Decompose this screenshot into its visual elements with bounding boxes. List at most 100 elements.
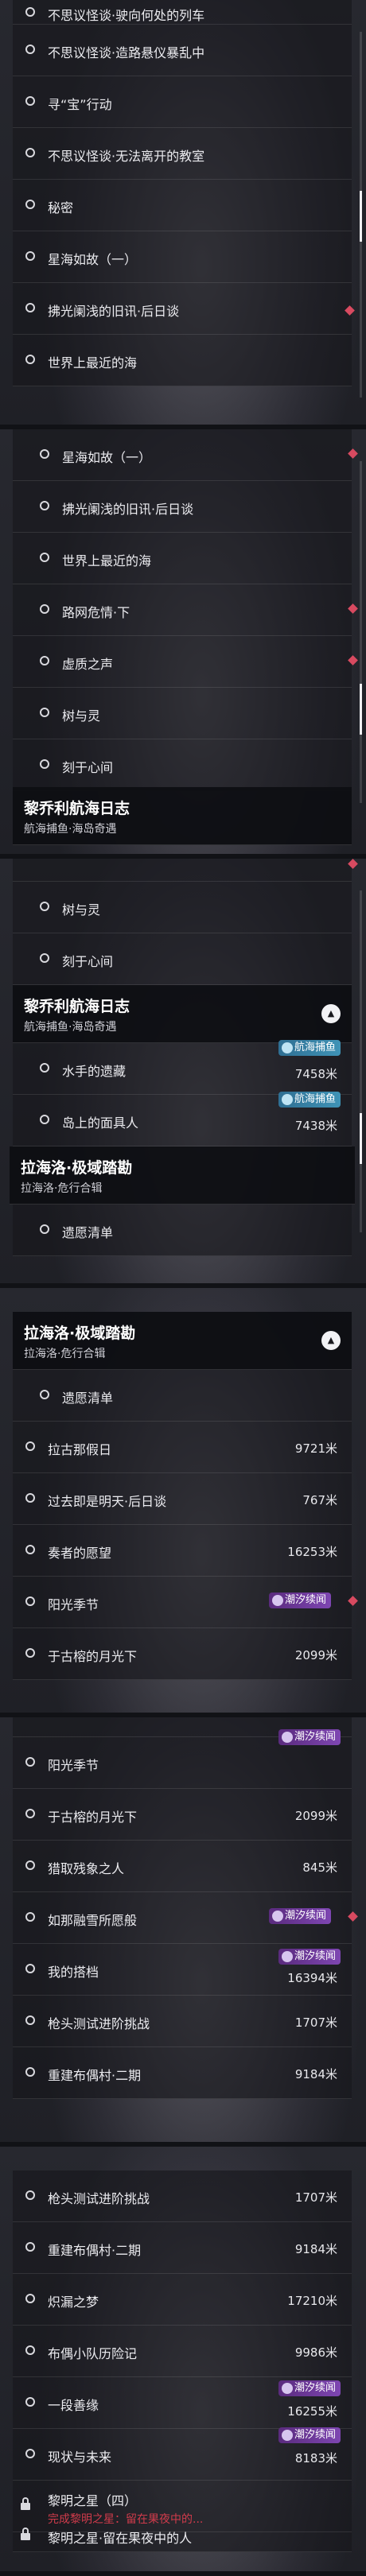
quest-distance: 17210米	[287, 2294, 337, 2308]
quest-item[interactable]: 潮汐续闻 一段善缘 16255米	[13, 2377, 352, 2429]
quest-item[interactable]: 遗愿清单	[13, 1205, 352, 1256]
new-marker-icon	[348, 859, 358, 869]
circle-icon	[25, 1912, 35, 1922]
quest-item[interactable]: 阳光季节 潮汐续闻	[13, 1577, 358, 1628]
quest-label: 虚质之声	[62, 657, 114, 672]
quest-item[interactable]: 于古榕的月光下 2099米	[13, 1628, 352, 1680]
quest-item[interactable]: 如那融雪所愿般 潮汐续闻	[13, 1892, 358, 1944]
category-badge: 潮汐续闻	[268, 1593, 331, 1608]
chapter-header[interactable]: 黎乔利航海日志 航海捕鱼·海岛奇遇 ▲	[13, 985, 352, 1043]
quest-label: 阳光季节	[48, 1597, 99, 1612]
scrollbar[interactable]	[360, 32, 362, 398]
quest-item[interactable]: 于古榕的月光下 2099米	[13, 1789, 352, 1841]
collapse-caret-icon[interactable]: ▲	[321, 1004, 341, 1023]
quest-item[interactable]: 黎明之星·留在果夜中的人	[13, 2528, 352, 2552]
circle-icon	[25, 7, 35, 17]
quest-item[interactable]: 刻于心间	[13, 933, 352, 985]
screen-1: 不思议怪谈·驶向何处的列车 不思议怪谈·造路悬仪暴乱中 寻“宝”行动 不思议怪谈…	[0, 0, 366, 429]
scroll-thumb[interactable]	[360, 191, 362, 242]
quest-item[interactable]: 过去即是明天·后日谈 767米	[13, 1473, 352, 1525]
quest-item[interactable]: 拉古那假日 9721米	[13, 1422, 352, 1473]
quest-distance: 16394米	[287, 1971, 337, 1985]
new-marker-icon	[348, 1596, 358, 1606]
quest-item[interactable]: 世界上最近的海	[13, 335, 352, 386]
quest-item[interactable]: 潮汐续闻 我的搭档 16394米	[13, 1944, 352, 1996]
quest-label: 枪头测试进阶挑战	[48, 2016, 150, 2031]
quest-item[interactable]: 不思议怪谈·驶向何处的列车	[13, 0, 352, 25]
chapter-subtitle: 航海捕鱼·海岛奇遇	[24, 823, 117, 836]
quest-item[interactable]: 炽漏之梦 17210米	[13, 2274, 352, 2326]
quest-list: 拉海洛·极域踏勘 拉海洛·危行合辑 ▲ 遗愿清单 拉古那假日 9721米 过去即是…	[13, 1288, 358, 1680]
quest-label: 不思议怪谈·驶向何处的列车	[48, 8, 205, 23]
circle-icon	[25, 200, 35, 209]
quest-item[interactable]: 枪头测试进阶挑战 1707米	[13, 1996, 352, 2047]
chapter-group: 黎乔利航海日志 航海捕鱼·海岛奇遇	[13, 787, 352, 845]
quest-label: 拉古那假日	[48, 1442, 112, 1457]
quest-label: 水手的遗藏	[62, 1064, 127, 1079]
quest-label: 黎明之星·留在果夜中的人	[48, 2531, 193, 2546]
quest-item[interactable]: 重建布偶村·二期 9184米	[13, 2222, 352, 2274]
scrollbar[interactable]	[360, 461, 362, 803]
lock-icon	[21, 2497, 30, 2510]
screen-4: 拉海洛·极域踏勘 拉海洛·危行合辑 ▲ 遗愿清单 拉古那假日 9721米 过去即是…	[0, 1288, 366, 1717]
quest-list: 不思议怪谈·驶向何处的列车 不思议怪谈·造路悬仪暴乱中 寻“宝”行动 不思议怪谈…	[13, 0, 352, 386]
quest-item[interactable]: 遗愿清单	[13, 1370, 352, 1422]
chapter-subtitle: 航海捕鱼·海岛奇遇	[24, 1021, 117, 1034]
category-badge: 潮汐续闻	[278, 2380, 341, 2396]
quest-item[interactable]: 猎取残象之人 845米	[13, 1841, 352, 1892]
chapter-title: 拉海洛·极域踏勘	[21, 1159, 133, 1177]
quest-item[interactable]: 星海如故（一）	[13, 429, 358, 481]
quest-item[interactable]: 布偶小队历险记 9986米	[13, 2326, 352, 2377]
chapter-header[interactable]: 黎乔利航海日志 航海捕鱼·海岛奇遇	[13, 787, 352, 845]
quest-label: 阳光季节	[48, 1758, 99, 1773]
locked-quest-item[interactable]: 黎明之星（四） 完成黎明之星：留在果夜中的...	[13, 2481, 352, 2532]
quest-label: 拂光阑浅的旧讯·后日谈	[48, 304, 180, 319]
chapter-subtitle: 拉海洛·危行合辑	[24, 1348, 106, 1360]
category-badge: 潮汐续闻	[278, 1949, 341, 1965]
quest-item[interactable]: 寻“宝”行动	[13, 76, 352, 128]
scroll-thumb[interactable]	[360, 684, 362, 735]
quest-item[interactable]: 航海捕鱼 水手的遗藏 7458米	[13, 1040, 352, 1095]
quest-label: 星海如故（一）	[48, 252, 138, 267]
quest-item[interactable]: 树与灵	[13, 688, 352, 739]
quest-label: 世界上最近的海	[62, 553, 152, 568]
collapse-caret-icon[interactable]: ▲	[321, 1331, 341, 1350]
chapter-header[interactable]: 拉海洛·极域踏勘 拉海洛·危行合辑	[10, 1146, 355, 1205]
circle-icon	[40, 449, 49, 459]
quest-item[interactable]: 潮汐续闻 阳光季节	[13, 1729, 352, 1789]
quest-label: 刻于心间	[62, 954, 114, 969]
quest-label: 重建布偶村·二期	[48, 2068, 142, 2083]
quest-list: 树与灵 刻于心间 黎乔利航海日志 航海捕鱼·海岛奇遇 ▲ 航海捕鱼 水手的遗藏 …	[10, 859, 358, 1256]
quest-item[interactable]: 虚质之声	[13, 636, 358, 688]
circle-icon	[25, 45, 35, 54]
quest-item[interactable]	[13, 859, 358, 882]
scroll-thumb[interactable]	[360, 1113, 362, 1164]
quest-item[interactable]: 树与灵	[13, 882, 352, 933]
quest-item[interactable]: 秘密	[13, 180, 352, 231]
quest-item[interactable]: 潮汐续闻 现状与未来 8183米	[13, 2427, 352, 2481]
scrollbar[interactable]	[360, 890, 362, 1232]
quest-item[interactable]: 重建布偶村·二期 9184米	[13, 2047, 352, 2099]
quest-item[interactable]: 路网危情·下	[13, 584, 358, 636]
quest-item[interactable]: 奏者的愿望 16253米	[13, 1525, 352, 1577]
quest-distance: 8183米	[294, 2451, 337, 2465]
quest-item[interactable]: 不思议怪谈·造路悬仪暴乱中	[13, 25, 352, 76]
quest-item[interactable]: 拂光阑浅的旧讯·后日谈	[13, 283, 352, 335]
quest-item[interactable]: 不思议怪谈·无法离开的教室	[13, 128, 352, 180]
quest-item[interactable]: 刻于心间	[13, 739, 352, 791]
quest-label: 于古榕的月光下	[48, 1810, 138, 1825]
quest-item[interactable]: 星海如故（一）	[13, 231, 352, 283]
quest-item[interactable]: 航海捕鱼 岛上的面具人 7438米	[13, 1092, 352, 1146]
circle-icon	[40, 553, 49, 562]
circle-icon	[25, 1964, 35, 1973]
quest-label: 拂光阑浅的旧讯·后日谈	[62, 502, 194, 517]
chapter-header[interactable]: 拉海洛·极域踏勘 拉海洛·危行合辑 ▲	[13, 1312, 352, 1370]
lock-icon	[21, 2528, 30, 2540]
quest-label: 秘密	[48, 200, 74, 215]
chapter-title: 拉海洛·极域踏勘	[24, 1325, 136, 1342]
quest-item[interactable]: 拂光阑浅的旧讯·后日谈	[13, 481, 352, 533]
quest-item[interactable]: 枪头测试进阶挑战 1707米	[13, 2171, 352, 2222]
quest-item[interactable]: 世界上最近的海	[13, 533, 352, 584]
circle-icon	[25, 2242, 35, 2252]
category-badge: 潮汐续闻	[278, 2427, 341, 2443]
